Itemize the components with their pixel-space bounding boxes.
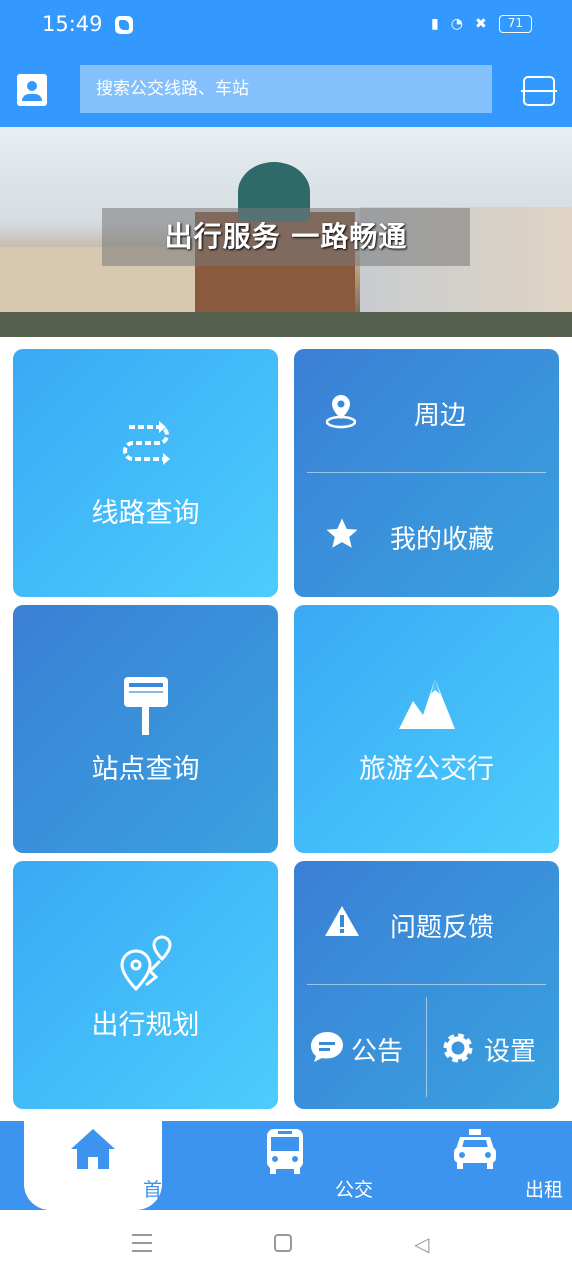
bus-icon (267, 1129, 303, 1174)
app-notification-icon (115, 16, 133, 34)
star-icon (326, 518, 358, 548)
header: 搜索公交线路、车站 (0, 52, 572, 127)
settings-button[interactable]: 设置 (427, 985, 559, 1109)
battery-icon: 71 (498, 15, 532, 33)
banner-image[interactable]: 出行服务 一路畅通 (0, 127, 572, 337)
feedback-button[interactable]: 问题反馈 (294, 861, 559, 985)
wifi-icon: ◔ (450, 16, 463, 32)
station-sign-icon (123, 677, 168, 735)
menu-icon[interactable] (132, 1234, 152, 1252)
mountain-icon (398, 679, 455, 729)
trip-plan-icon (119, 935, 172, 991)
location-pin-icon (325, 395, 357, 429)
message-icon (311, 1032, 343, 1062)
scan-icon[interactable] (521, 76, 557, 106)
nav-home[interactable]: 首页 (24, 1121, 181, 1210)
gear-icon (443, 1033, 473, 1063)
clock: 15:49 (42, 12, 103, 36)
home-icon (71, 1129, 115, 1169)
favorites-button[interactable]: 我的收藏 (294, 473, 559, 597)
tourism-bus-tile[interactable]: 旅游公交行 (294, 605, 559, 853)
home-button-icon[interactable] (274, 1234, 292, 1252)
nearby-favorites-tile: 周边 我的收藏 (294, 349, 559, 597)
sim-icon: ✖ (474, 16, 487, 32)
tile-label: 站点查询 (91, 754, 200, 785)
status-bar: 15:49 ▮ ◔ ✖ 71 (0, 0, 572, 52)
nav-bus[interactable]: 公交 (216, 1121, 373, 1210)
route-icon (122, 421, 170, 465)
nav-taxi[interactable]: 出租 (406, 1121, 563, 1210)
bottom-nav: 首页 公交 出租 (0, 1121, 572, 1210)
feedback-notice-settings-tile: 问题反馈 公告 设置 (294, 861, 559, 1109)
tile-label: 出行规划 (91, 1010, 200, 1041)
taxi-icon (454, 1129, 496, 1169)
route-query-tile[interactable]: 线路查询 (13, 349, 278, 597)
station-query-tile[interactable]: 站点查询 (13, 605, 278, 853)
banner-caption: 出行服务 一路畅通 (102, 208, 470, 266)
vibrate-icon: ▮ (431, 16, 439, 32)
back-icon[interactable]: ◁ (414, 1232, 429, 1256)
tile-label: 旅游公交行 (359, 754, 494, 785)
system-nav-bar: ◁ (0, 1210, 572, 1280)
warning-icon (325, 906, 359, 936)
search-input[interactable]: 搜索公交线路、车站 (80, 65, 492, 113)
notice-button[interactable]: 公告 (294, 985, 426, 1109)
trip-planning-tile[interactable]: 出行规划 (13, 861, 278, 1109)
contact-icon[interactable] (17, 74, 47, 106)
nearby-button[interactable]: 周边 (294, 349, 559, 473)
tile-label: 线路查询 (91, 498, 200, 529)
